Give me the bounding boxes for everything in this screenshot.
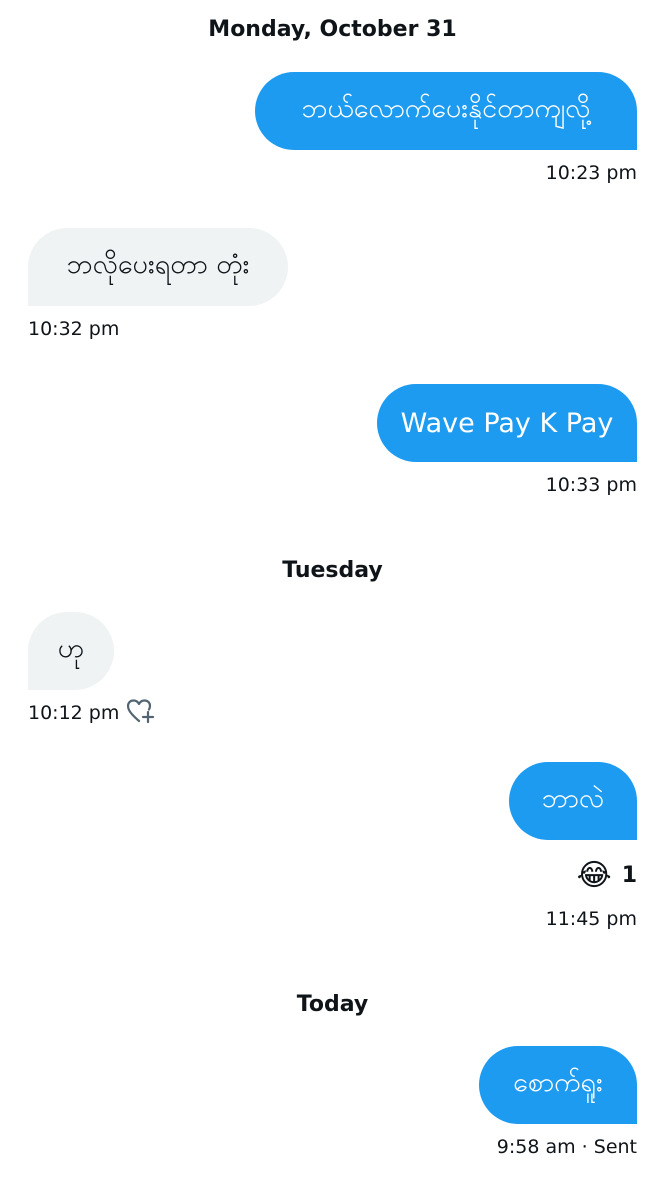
message-bubble-incoming[interactable]: ဟု: [28, 612, 114, 690]
date-separator: Monday, October 31: [208, 17, 457, 42]
message-text: ဟု: [57, 633, 85, 664]
message-text: ဘာလဲ: [541, 783, 605, 814]
message-timestamp: 10:33 pm: [545, 474, 637, 496]
message-text: ဘလိုပေးရတာ တုံး: [66, 249, 250, 280]
message-timestamp: 11:45 pm: [545, 908, 637, 930]
message-timestamp: 10:12 pm: [28, 702, 120, 724]
message-bubble-outgoing[interactable]: ဘယ်လောက်ပေးနိုင်တာကျလို့: [255, 72, 637, 150]
message-text: ဘယ်လောက်ပေးနိုင်တာကျလို့: [301, 93, 591, 124]
message-bubble-outgoing[interactable]: စောက်ရူး: [479, 1046, 637, 1124]
message-bubble-outgoing[interactable]: Wave Pay K Pay: [377, 384, 637, 462]
heart-plus-icon[interactable]: [126, 698, 156, 724]
date-separator: Today: [296, 992, 369, 1017]
reaction-summary[interactable]: 😂 1: [577, 858, 637, 893]
message-bubble-outgoing[interactable]: ဘာလဲ: [509, 762, 637, 840]
message-text: စောက်ရူး: [513, 1067, 603, 1098]
message-timestamp: 10:32 pm: [28, 318, 120, 340]
reaction-count: 1: [621, 863, 637, 888]
date-separator: Tuesday: [282, 558, 383, 583]
message-text: Wave Pay K Pay: [400, 407, 614, 439]
message-timestamp: 9:58 am · Sent: [496, 1136, 637, 1158]
tears-of-joy-emoji: 😂: [576, 858, 612, 893]
message-timestamp: 10:23 pm: [545, 162, 637, 184]
message-bubble-incoming[interactable]: ဘလိုပေးရတာ တုံး: [28, 228, 288, 306]
